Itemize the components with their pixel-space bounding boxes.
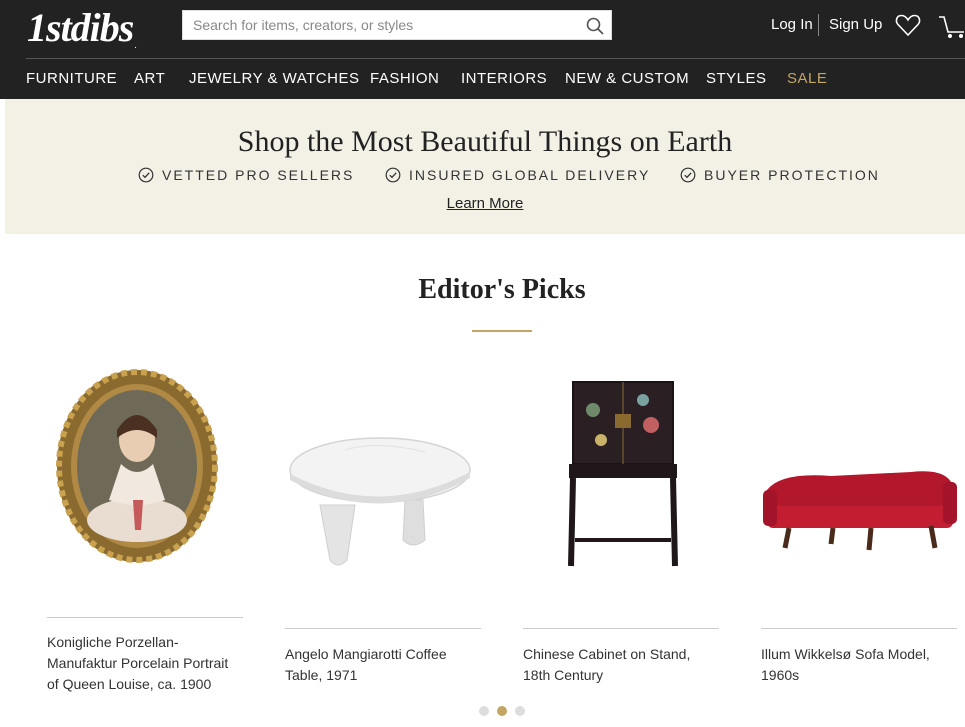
learn-more-wrap: Learn More [5, 195, 965, 212]
product-name[interactable]: Illum Wikkelsø Sofa Model, 1960s [761, 644, 957, 686]
signup-link[interactable]: Sign Up [829, 16, 882, 33]
logo[interactable]: 1stdibs. [27, 4, 137, 52]
learn-more-link[interactable]: Learn More [447, 195, 524, 212]
check-circle-icon [385, 167, 401, 183]
nav-item-new-custom[interactable]: NEW & CUSTOM [565, 70, 689, 87]
carousel-dot-active[interactable] [497, 706, 507, 716]
nav-item-jewelry-watches[interactable]: JEWELRY & WATCHES [189, 70, 359, 87]
nav-item-sale[interactable]: SALE [787, 70, 827, 87]
product-name[interactable]: Angelo Mangiarotti Coffee Table, 1971 [285, 644, 481, 686]
nav-item-styles[interactable]: STYLES [706, 70, 767, 87]
cart-icon[interactable] [937, 11, 965, 41]
product-divider [523, 628, 719, 629]
feature-label: VETTED PRO SELLERS [162, 167, 355, 183]
carousel-dot[interactable] [515, 706, 525, 716]
heart-icon[interactable] [894, 11, 922, 39]
main-nav: FURNITURE ART JEWELRY & WATCHES FASHION … [0, 70, 965, 90]
nav-item-fashion[interactable]: FASHION [370, 70, 439, 87]
nav-item-art[interactable]: ART [134, 70, 165, 87]
product-divider [285, 628, 481, 629]
login-link[interactable]: Log In [771, 16, 813, 33]
header-divider [26, 58, 965, 59]
logo-text: 1stdibs [27, 5, 134, 50]
carousel-dots [479, 706, 529, 716]
banner-title: Shop the Most Beautiful Things on Earth [237, 125, 733, 158]
carousel-dot[interactable] [479, 706, 489, 716]
product-divider [47, 617, 243, 618]
promo-banner: Shop the Most Beautiful Things on Earth … [5, 99, 965, 234]
check-circle-icon [138, 167, 154, 183]
section-title: Editor's Picks [418, 274, 586, 305]
site-header: 1stdibs. Log In Sign Up FURNITURE ART JE… [0, 0, 965, 99]
product-image[interactable] [523, 370, 719, 590]
product-image[interactable] [761, 410, 957, 630]
logo-mark: . [134, 40, 137, 50]
check-circle-icon [680, 167, 696, 183]
search-input[interactable] [183, 11, 573, 39]
search-icon[interactable] [585, 16, 605, 36]
product-divider [761, 628, 957, 629]
feature-label: INSURED GLOBAL DELIVERY [409, 167, 651, 183]
product-name[interactable]: Konigliche Porzellan-Manufaktur Porcelai… [47, 632, 243, 695]
product-image[interactable] [47, 360, 243, 580]
section-title-rule [472, 330, 532, 332]
product-image[interactable] [285, 410, 481, 630]
auth-divider [818, 14, 819, 36]
search-bar [182, 10, 612, 40]
nav-item-furniture[interactable]: FURNITURE [26, 70, 117, 87]
product-name[interactable]: Chinese Cabinet on Stand, 18th Century [523, 644, 719, 686]
nav-item-interiors[interactable]: INTERIORS [461, 70, 547, 87]
feature-label: BUYER PROTECTION [704, 167, 880, 183]
